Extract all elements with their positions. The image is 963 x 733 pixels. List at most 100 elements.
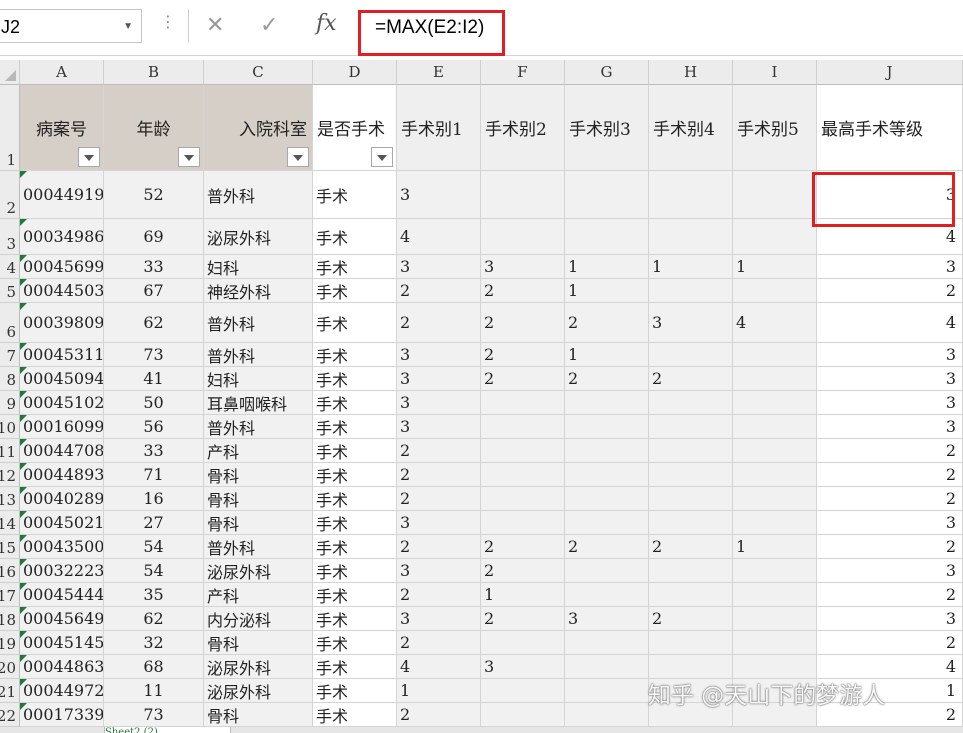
table-cell[interactable]: 00044863 xyxy=(20,655,104,679)
table-cell[interactable]: 69 xyxy=(104,219,204,255)
table-cell[interactable] xyxy=(733,511,817,535)
table-cell[interactable]: 手术 xyxy=(313,631,397,655)
table-cell[interactable]: 手术 xyxy=(313,439,397,463)
table-cell[interactable] xyxy=(565,463,649,487)
table-cell[interactable]: 4 xyxy=(397,655,481,679)
table-cell[interactable] xyxy=(733,607,817,631)
table-cell[interactable]: 1 xyxy=(733,255,817,279)
column-header-j[interactable]: J xyxy=(817,60,963,85)
error-indicator-icon[interactable] xyxy=(20,255,27,262)
error-indicator-icon[interactable] xyxy=(20,171,27,178)
sheet-tab[interactable]: Sheet2 (2) xyxy=(104,727,231,733)
table-cell[interactable]: 56 xyxy=(104,415,204,439)
table-cell[interactable]: 手术 xyxy=(313,679,397,703)
header-cell[interactable]: 手术别1 xyxy=(397,85,481,171)
column-header-g[interactable]: G xyxy=(565,60,649,85)
table-cell[interactable] xyxy=(565,679,649,703)
table-cell[interactable]: 3 xyxy=(649,303,733,343)
table-cell[interactable] xyxy=(565,703,649,727)
table-cell[interactable]: 2 xyxy=(565,367,649,391)
row-header[interactable]: 21 xyxy=(0,679,20,703)
table-cell[interactable]: 妇科 xyxy=(204,255,313,279)
table-cell[interactable]: 4 xyxy=(817,303,963,343)
header-cell[interactable]: 手术别2 xyxy=(481,85,565,171)
row-header[interactable]: 9 xyxy=(0,391,20,415)
table-cell[interactable] xyxy=(649,487,733,511)
error-indicator-icon[interactable] xyxy=(20,607,27,614)
error-indicator-icon[interactable] xyxy=(20,463,27,470)
row-header[interactable]: 4 xyxy=(0,255,20,279)
table-cell[interactable]: 1 xyxy=(565,343,649,367)
table-cell[interactable]: 00045699 xyxy=(20,255,104,279)
table-cell[interactable]: 手术 xyxy=(313,415,397,439)
table-cell[interactable]: 00045102 xyxy=(20,391,104,415)
row-header[interactable]: 11 xyxy=(0,439,20,463)
table-cell[interactable]: 耳鼻咽喉科 xyxy=(204,391,313,415)
column-header-f[interactable]: F xyxy=(481,60,565,85)
table-cell[interactable]: 神经外科 xyxy=(204,279,313,303)
table-cell[interactable]: 骨科 xyxy=(204,463,313,487)
table-cell[interactable]: 00016099 xyxy=(20,415,104,439)
table-cell[interactable] xyxy=(649,391,733,415)
table-cell[interactable] xyxy=(565,391,649,415)
row-header[interactable]: 14 xyxy=(0,511,20,535)
table-cell[interactable] xyxy=(481,391,565,415)
table-cell[interactable] xyxy=(481,219,565,255)
table-cell[interactable] xyxy=(565,655,649,679)
table-cell[interactable]: 2 xyxy=(817,439,963,463)
chevron-down-icon[interactable]: ▼ xyxy=(123,10,133,44)
header-cell[interactable]: 手术别5 xyxy=(733,85,817,171)
table-cell[interactable]: 手术 xyxy=(313,463,397,487)
table-cell[interactable]: 手术 xyxy=(313,583,397,607)
table-cell[interactable]: 手术 xyxy=(313,487,397,511)
table-cell[interactable]: 27 xyxy=(104,511,204,535)
table-cell[interactable]: 3 xyxy=(817,367,963,391)
table-cell[interactable] xyxy=(481,703,565,727)
row-header[interactable]: 8 xyxy=(0,367,20,391)
table-cell[interactable]: 骨科 xyxy=(204,631,313,655)
table-cell[interactable]: 内分泌科 xyxy=(204,607,313,631)
row-header[interactable]: 19 xyxy=(0,631,20,655)
table-cell[interactable]: 2 xyxy=(649,607,733,631)
table-cell[interactable]: 手术 xyxy=(313,279,397,303)
table-cell[interactable]: 2 xyxy=(481,367,565,391)
column-header-i[interactable]: I xyxy=(733,60,817,85)
table-cell[interactable]: 普外科 xyxy=(204,171,313,219)
table-cell[interactable]: 00045311 xyxy=(20,343,104,367)
table-cell[interactable]: 3 xyxy=(397,255,481,279)
table-cell[interactable]: 2 xyxy=(397,583,481,607)
row-header[interactable]: 2 xyxy=(0,171,20,219)
table-cell[interactable]: 1 xyxy=(733,535,817,559)
table-cell[interactable] xyxy=(481,487,565,511)
table-cell[interactable] xyxy=(565,219,649,255)
table-cell[interactable]: 2 xyxy=(817,583,963,607)
table-cell[interactable]: 3 xyxy=(397,607,481,631)
error-indicator-icon[interactable] xyxy=(20,631,27,638)
table-cell[interactable]: 2 xyxy=(481,279,565,303)
table-cell[interactable]: 3 xyxy=(565,607,649,631)
table-cell[interactable] xyxy=(649,279,733,303)
table-cell[interactable]: 手术 xyxy=(313,559,397,583)
header-cell[interactable]: 年龄 xyxy=(104,85,204,171)
table-cell[interactable]: 62 xyxy=(104,303,204,343)
table-cell[interactable]: 52 xyxy=(104,171,204,219)
error-indicator-icon[interactable] xyxy=(20,583,27,590)
table-cell[interactable]: 手术 xyxy=(313,511,397,535)
table-cell[interactable]: 2 xyxy=(481,559,565,583)
table-cell[interactable]: 3 xyxy=(397,511,481,535)
table-cell[interactable]: 2 xyxy=(397,463,481,487)
table-cell[interactable]: 2 xyxy=(397,439,481,463)
insert-function-icon[interactable]: fx xyxy=(316,11,337,36)
table-cell[interactable]: 普外科 xyxy=(204,343,313,367)
row-header[interactable]: 7 xyxy=(0,343,20,367)
error-indicator-icon[interactable] xyxy=(20,535,27,542)
error-indicator-icon[interactable] xyxy=(20,367,27,374)
error-indicator-icon[interactable] xyxy=(20,343,27,350)
table-cell[interactable] xyxy=(565,439,649,463)
table-cell[interactable]: 71 xyxy=(104,463,204,487)
row-header[interactable]: 20 xyxy=(0,655,20,679)
column-header-d[interactable]: D xyxy=(313,60,397,85)
header-cell[interactable]: 最高手术等级 xyxy=(817,85,963,171)
table-cell[interactable]: 2 xyxy=(481,303,565,343)
table-cell[interactable]: 3 xyxy=(481,255,565,279)
